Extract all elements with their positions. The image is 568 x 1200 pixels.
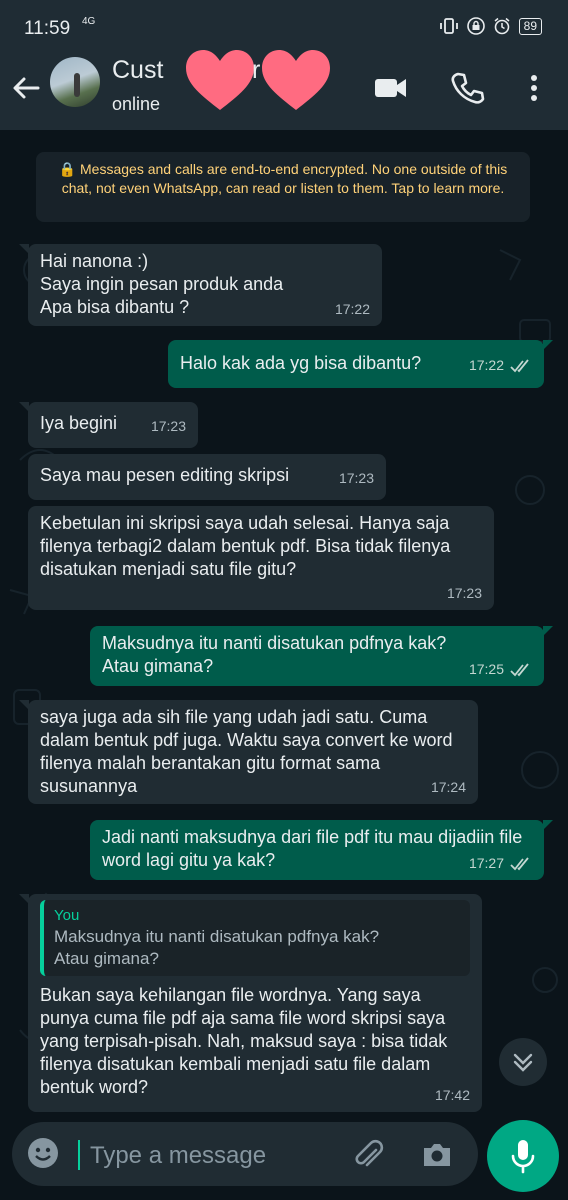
- message-text: saya juga ada sih file yang udah jadi sa…: [40, 707, 453, 796]
- message-bubble-incoming[interactable]: Saya mau pesen editing skripsi 17:23: [28, 454, 386, 500]
- alarm-icon: [494, 17, 510, 35]
- mic-icon: [511, 1140, 535, 1174]
- presence-status: online: [112, 94, 161, 114]
- message-text: Bukan saya kehilangan file wordnya. Yang…: [40, 985, 448, 1097]
- double-check-icon: [510, 662, 529, 676]
- vibrate-icon: [439, 18, 458, 34]
- message-bubble-outgoing[interactable]: Maksudnya itu nanti disatukan pdfnya kak…: [90, 626, 553, 686]
- text-caret: [78, 1140, 80, 1170]
- emoji-icon[interactable]: [26, 1136, 60, 1170]
- double-check-icon: [510, 856, 529, 870]
- message-bubble-incoming[interactable]: Kebetulan ini skripsi saya udah selesai.…: [28, 506, 494, 610]
- contact-name[interactable]: Cust: [112, 56, 163, 85]
- network-indicator: 4G: [82, 16, 96, 27]
- message-text: Maksudnya itu nanti disatukan pdfnya kak…: [102, 633, 447, 676]
- message-text: Hai nanona :) Saya ingin pesan produk an…: [40, 251, 284, 317]
- battery-level: 89: [518, 17, 542, 35]
- scroll-down-button[interactable]: [499, 1038, 547, 1086]
- mic-button[interactable]: [487, 1120, 559, 1192]
- quoted-message[interactable]: You Maksudnya itu nanti disatukan pdfnya…: [40, 900, 470, 976]
- more-options-icon[interactable]: [516, 70, 552, 106]
- avatar[interactable]: [50, 57, 100, 107]
- message-time: 17:25: [468, 661, 504, 677]
- chat-header: Cust r online: [0, 48, 568, 130]
- message-input-bar: Type a message: [0, 1120, 568, 1200]
- quoted-author: You: [54, 907, 80, 924]
- message-bubble-incoming[interactable]: Iya begini 17:23: [19, 402, 198, 448]
- message-text: Saya mau pesen editing skripsi: [40, 465, 290, 485]
- back-arrow-icon[interactable]: [10, 72, 42, 104]
- message-bubble-incoming[interactable]: saya juga ada sih file yang udah jadi sa…: [19, 700, 478, 804]
- message-time: 17:23: [150, 418, 186, 434]
- attach-icon[interactable]: [352, 1138, 386, 1172]
- status-bar: 11:59 4G 89: [0, 0, 568, 48]
- message-bubble-incoming[interactable]: Hai nanona :) Saya ingin pesan produk an…: [19, 244, 382, 326]
- quoted-text: Maksudnya itu nanti disatukan pdfnya kak…: [54, 927, 380, 968]
- status-time: 11:59: [24, 18, 71, 39]
- message-time: 17:22: [334, 301, 370, 317]
- message-field[interactable]: Type a message: [12, 1122, 478, 1186]
- message-time: 17:24: [430, 779, 466, 795]
- message-bubble-incoming[interactable]: You Maksudnya itu nanti disatukan pdfnya…: [19, 894, 482, 1112]
- encryption-notice[interactable]: 🔒 Messages and calls are end-to-end encr…: [36, 152, 530, 222]
- message-bubble-outgoing[interactable]: Halo kak ada yg bisa dibantu? 17:22: [168, 340, 553, 388]
- message-time: 17:23: [338, 470, 374, 486]
- chat-area[interactable]: 🔒 Messages and calls are end-to-end encr…: [0, 130, 568, 1120]
- scroll-down-icon: [513, 1053, 533, 1072]
- video-call-icon[interactable]: [373, 70, 409, 106]
- heart-sticker-icon: [262, 50, 330, 110]
- message-time: 17:22: [468, 357, 504, 373]
- camera-icon[interactable]: [420, 1138, 454, 1172]
- double-check-icon: [510, 358, 529, 372]
- voice-call-icon[interactable]: [449, 70, 485, 106]
- message-time: 17:42: [434, 1087, 470, 1103]
- message-bubble-outgoing[interactable]: Jadi nanti maksudnya dari file pdf itu m…: [90, 820, 553, 880]
- message-time: 17:27: [468, 855, 504, 871]
- heart-sticker-icon: [186, 50, 254, 110]
- status-icons: 89: [439, 17, 542, 35]
- message-text: Jadi nanti maksudnya dari file pdf itu m…: [102, 827, 523, 870]
- lock-status-icon: [466, 17, 485, 35]
- message-text: Kebetulan ini skripsi saya udah selesai.…: [40, 513, 451, 579]
- message-time: 17:23: [446, 585, 482, 601]
- message-input-placeholder[interactable]: Type a message: [90, 1142, 266, 1170]
